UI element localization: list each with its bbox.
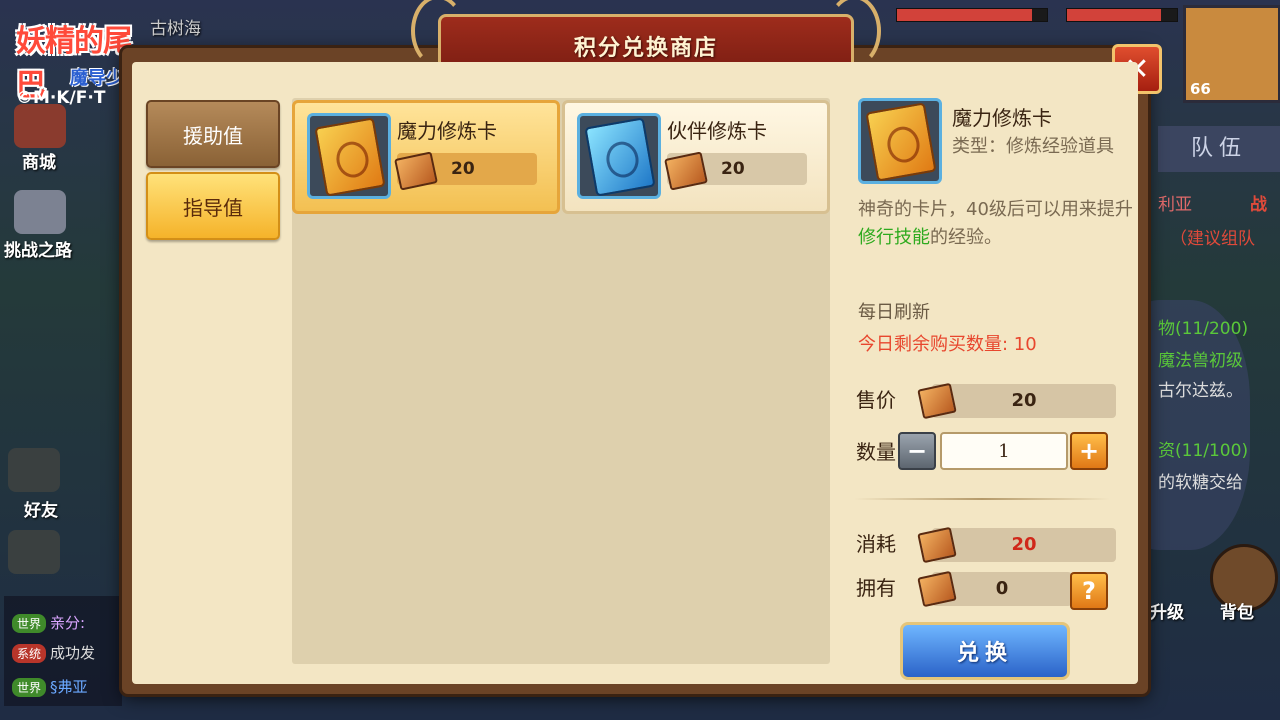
blue-card-icon — [584, 117, 656, 197]
quest-text: 的软糖交给 — [1158, 473, 1243, 493]
shop-icon[interactable] — [14, 104, 66, 148]
area-name: 古树海 — [150, 19, 201, 39]
divider — [854, 498, 1110, 500]
chat-channel: 系统 — [12, 644, 47, 663]
item-icon-frame — [577, 113, 661, 199]
desc-text: 的经验。 — [930, 227, 1002, 248]
player-avatar[interactable]: 66 — [1183, 5, 1280, 103]
chat-bubble-icon[interactable] — [8, 530, 60, 574]
point-book-icon — [394, 151, 438, 191]
question-icon: ? — [1082, 577, 1096, 605]
point-book-icon — [917, 526, 957, 564]
item-price-bar: 20 — [394, 151, 537, 191]
desc-text: 神奇的卡片，40级后可以用来提升 — [858, 199, 1133, 220]
detail-icon-frame — [858, 98, 942, 184]
plus-icon: + — [1078, 437, 1100, 465]
item-magic-training-card[interactable]: 魔力修炼卡 20 — [292, 100, 560, 214]
sword-icon[interactable] — [14, 190, 66, 234]
remaining-purchases: 今日剩余购买数量: 10 — [858, 334, 1037, 355]
chat-line: 世界 亲分: — [12, 612, 85, 633]
item-name: 伙伴修炼卡 — [667, 119, 767, 143]
chat-channel: 世界 — [12, 614, 47, 633]
battle-tag: 战 — [1250, 195, 1267, 215]
decrease-quantity-button[interactable]: − — [898, 432, 936, 470]
quest-text: 魔法兽初级 — [1158, 351, 1243, 371]
chat-text: §弗亚 — [50, 678, 88, 696]
banner-ornament — [827, 0, 881, 67]
shop-label[interactable]: 商城 — [22, 148, 56, 173]
hp-bar — [896, 8, 1048, 22]
cost-value: 20 — [1011, 534, 1037, 555]
friends-icon[interactable] — [8, 448, 60, 492]
chat-panel[interactable]: 世界 亲分: 系统 成功发 世界 §弗亚 — [4, 596, 122, 706]
item-price: 20 — [721, 159, 745, 179]
chat-text: 成功发 — [50, 644, 96, 662]
point-book-icon — [917, 382, 957, 420]
tab-guide-points[interactable]: 指导值 — [146, 172, 280, 240]
modal-title: 积分兑换商店 — [573, 36, 718, 61]
level-label[interactable]: 升级 — [1150, 598, 1184, 623]
owned-value: 0 — [995, 578, 1009, 599]
chat-text: 亲分: — [50, 614, 86, 632]
detail-item-name: 魔力修炼卡 — [952, 106, 1052, 130]
price-label: 售价 — [856, 388, 896, 412]
banner-ornament — [411, 0, 465, 67]
item-partner-training-card[interactable]: 伙伴修炼卡 20 — [562, 100, 830, 214]
chat-line: 世界 §弗亚 — [12, 676, 88, 697]
owned-value-bar: 0 — [917, 570, 1072, 608]
hp-bar — [1066, 8, 1178, 22]
owned-label: 拥有 — [856, 576, 896, 600]
backpack-label[interactable]: 背包 — [1220, 598, 1254, 623]
exchange-button[interactable]: 兑换 — [900, 622, 1070, 680]
desc-highlight: 修行技能 — [858, 227, 930, 248]
point-book-icon — [917, 570, 957, 608]
card-emblem — [333, 139, 372, 181]
modal-body: 援助值 指导值 魔力修炼卡 20 伙伴修炼卡 20 魔力修炼卡 类型：修炼经验道… — [132, 62, 1138, 684]
friends-label[interactable]: 好友 — [24, 496, 58, 521]
point-book-icon — [664, 151, 708, 191]
minus-icon: − — [906, 437, 928, 465]
item-name: 魔力修炼卡 — [397, 119, 497, 143]
shop-modal: 积分兑换商店 ✕ 援助值 指导值 魔力修炼卡 20 伙伴修炼卡 — [122, 0, 1162, 694]
quest-text: 物(11/200) — [1158, 319, 1249, 339]
quest-text: 古尔达兹。 — [1158, 381, 1243, 401]
player-level: 66 — [1190, 80, 1211, 98]
quantity-label: 数量 — [856, 440, 896, 464]
item-icon-frame — [307, 113, 391, 199]
challenge-label[interactable]: 挑战之路 — [4, 236, 72, 261]
item-price-bar: 20 — [664, 151, 807, 191]
gold-card-icon — [314, 117, 386, 197]
gold-card-icon — [865, 102, 937, 182]
detail-item-type: 类型：修炼经验道具 — [952, 136, 1114, 157]
quest-text: 资(11/100) — [1158, 441, 1249, 461]
item-price: 20 — [451, 159, 475, 179]
increase-quantity-button[interactable]: + — [1070, 432, 1108, 470]
team-tab[interactable]: 队伍 — [1158, 126, 1280, 172]
chat-line: 系统 成功发 — [12, 642, 95, 663]
chat-channel: 世界 — [12, 678, 47, 697]
card-emblem — [603, 139, 642, 181]
quantity-input[interactable] — [940, 432, 1068, 470]
daily-refresh-label: 每日刷新 — [858, 302, 930, 323]
tab-assist-points[interactable]: 援助值 — [146, 100, 280, 168]
item-grid: 魔力修炼卡 20 伙伴修炼卡 20 — [292, 98, 830, 664]
item-detail-panel: 魔力修炼卡 类型：修炼经验道具 神奇的卡片，40级后可以用来提升修行技能的经验。… — [848, 98, 1138, 680]
quest-text: 利亚 — [1158, 195, 1192, 215]
price-value-bar: 20 — [917, 382, 1116, 420]
cost-label: 消耗 — [856, 532, 896, 556]
cost-value-bar: 20 — [917, 526, 1116, 564]
help-button[interactable]: ? — [1070, 572, 1108, 610]
detail-description: 神奇的卡片，40级后可以用来提升修行技能的经验。 — [858, 196, 1138, 252]
quest-text: （建议组队 — [1170, 229, 1255, 249]
card-emblem — [884, 124, 923, 166]
price-value: 20 — [1011, 390, 1037, 411]
